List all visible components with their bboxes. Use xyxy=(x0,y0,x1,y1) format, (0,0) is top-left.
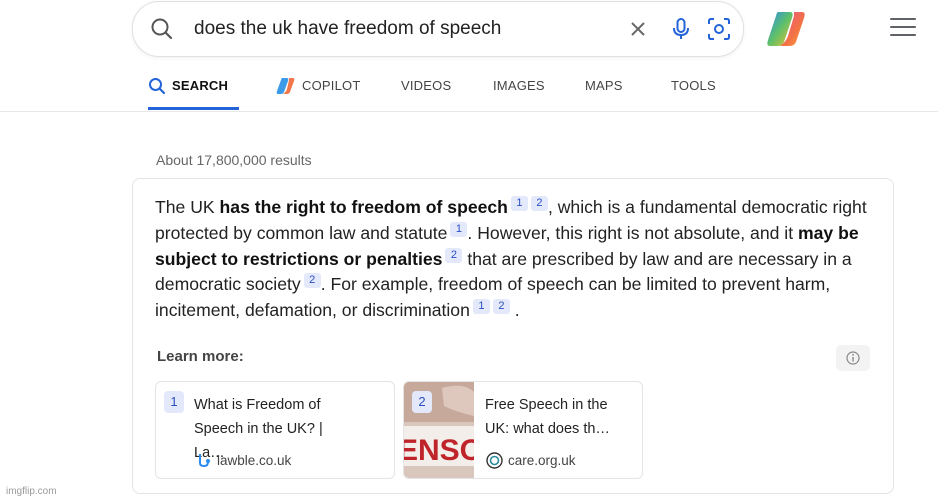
citation-2[interactable]: 2 xyxy=(492,299,510,315)
tab-label: MAPS xyxy=(585,78,623,93)
tab-videos[interactable]: VIDEOS xyxy=(401,70,451,110)
tab-maps[interactable]: MAPS xyxy=(585,70,623,110)
answer-text: The UK has the right to freedom of speec… xyxy=(155,195,875,324)
watermark: imgflip.com xyxy=(6,486,57,497)
tab-label: VIDEOS xyxy=(401,78,452,93)
citation-1[interactable]: 1 xyxy=(472,299,490,315)
citation-2[interactable]: 2 xyxy=(303,273,321,289)
tab-images[interactable]: IMAGES xyxy=(493,70,545,110)
visual-search-icon[interactable] xyxy=(706,16,732,42)
tab-label: SEARCH xyxy=(172,78,229,93)
search-icon xyxy=(149,78,166,95)
search-icon xyxy=(151,18,173,40)
microphone-icon[interactable] xyxy=(668,16,694,42)
source-number: 1 xyxy=(164,391,184,413)
answer-segment: . However, this right is not absolute, a… xyxy=(467,222,798,243)
tab-label: IMAGES xyxy=(493,78,545,93)
answer-segment: The UK xyxy=(155,197,220,217)
header: does the uk have freedom of speech SEARC… xyxy=(0,0,938,112)
citation-1[interactable]: 1 xyxy=(510,196,528,211)
source-domain: care.org.uk xyxy=(486,452,576,469)
citation-2[interactable]: 2 xyxy=(445,247,463,263)
source-card-1[interactable]: 1 What is Freedom of Speech in the UK? |… xyxy=(155,381,395,479)
learn-more-heading: Learn more: xyxy=(157,348,244,365)
citation-1[interactable]: 1 xyxy=(450,221,468,237)
source-title[interactable]: Free Speech in the UK: what does th… xyxy=(485,393,635,441)
copilot-logo-icon[interactable] xyxy=(764,8,808,50)
source-domain: lawble.co.uk xyxy=(196,452,291,468)
menu-line xyxy=(890,26,916,28)
thumbnail-text: ENSOR xyxy=(404,434,474,467)
search-box[interactable]: does the uk have freedom of speech xyxy=(132,1,744,57)
source-card-2[interactable]: ENSOR 2 Free Speech in the UK: what does… xyxy=(403,381,643,479)
answer-card: The UK has the right to freedom of speec… xyxy=(132,178,894,494)
source-number: 2 xyxy=(412,391,432,413)
source-domain-text: lawble.co.uk xyxy=(217,452,292,468)
tab-tools[interactable]: TOOLS xyxy=(671,70,716,110)
menu-line xyxy=(890,18,916,20)
tab-copilot[interactable]: COPILOT xyxy=(276,70,360,110)
answer-segment: . xyxy=(509,300,520,321)
answer-bold: has the right to freedom of speech xyxy=(219,197,508,217)
care-favicon-icon xyxy=(486,452,503,469)
menu-button[interactable] xyxy=(890,18,916,38)
info-button[interactable] xyxy=(836,345,870,371)
tab-label: TOOLS xyxy=(671,78,716,93)
tab-search[interactable]: SEARCH xyxy=(148,70,239,110)
lawble-favicon-icon xyxy=(199,454,210,468)
results-count: About 17,800,000 results xyxy=(156,152,312,168)
clear-icon[interactable] xyxy=(625,16,651,42)
citation-2[interactable]: 2 xyxy=(530,196,548,211)
search-input[interactable]: does the uk have freedom of speech xyxy=(194,18,501,40)
tab-label: COPILOT xyxy=(302,78,361,93)
info-icon xyxy=(846,351,860,365)
menu-line xyxy=(890,34,916,36)
source-domain-text: care.org.uk xyxy=(508,453,576,468)
copilot-icon xyxy=(276,78,295,94)
